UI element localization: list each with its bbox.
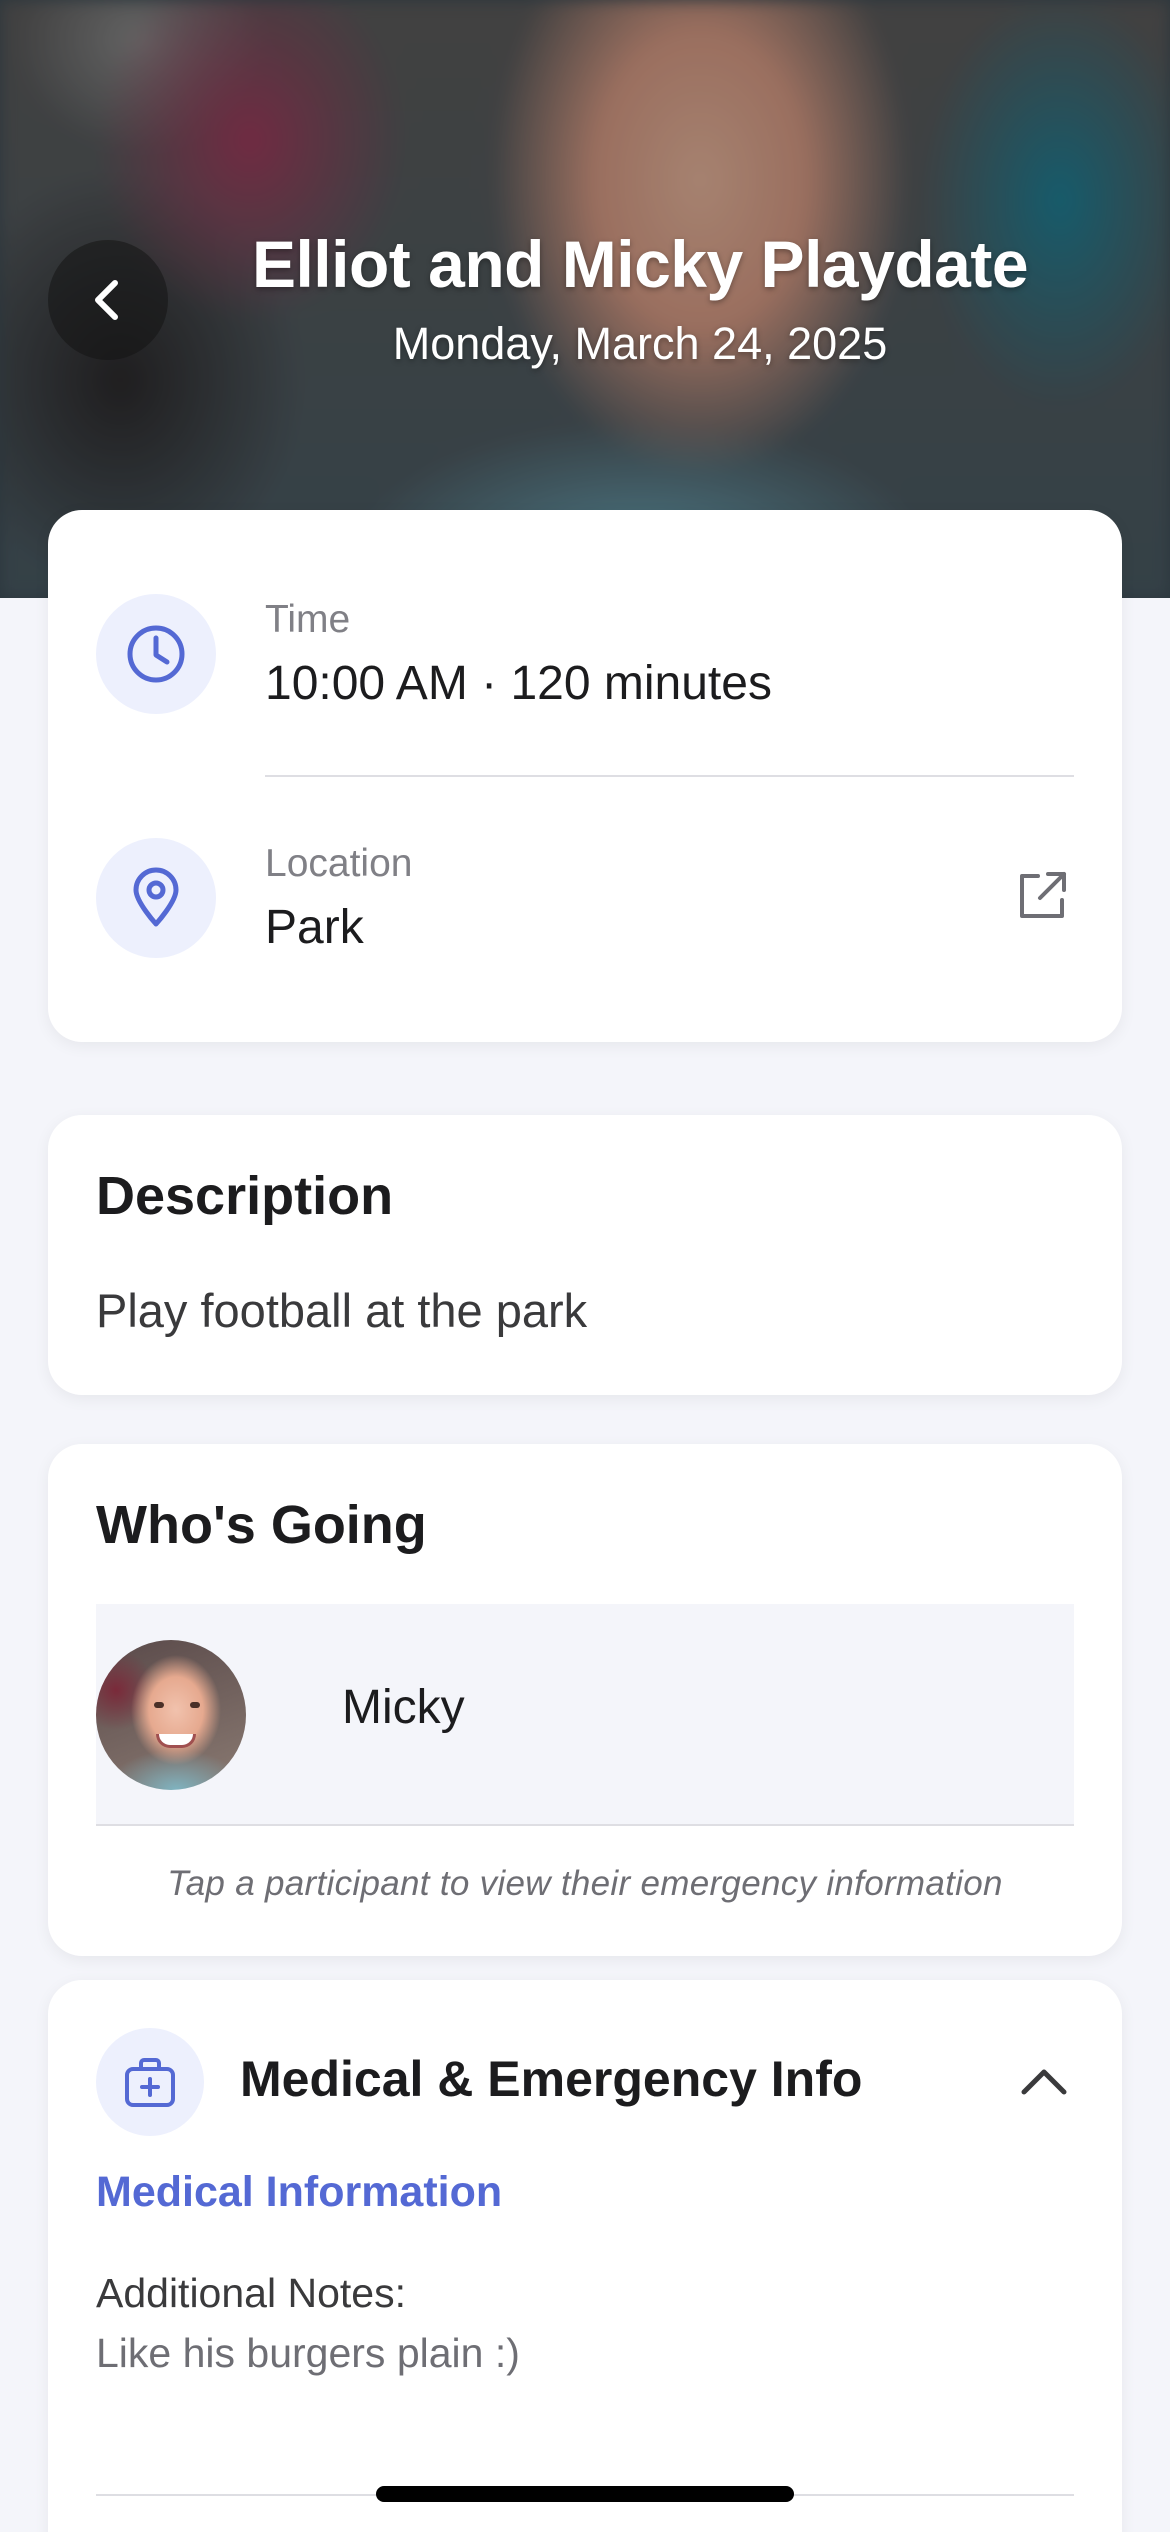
medical-section-title: Medical & Emergency Info bbox=[240, 2051, 863, 2107]
collapse-medical-button[interactable] bbox=[1016, 2054, 1072, 2110]
whos-going-card: Who's Going Micky Tap a participant to v… bbox=[48, 1444, 1122, 1956]
whos-going-heading: Who's Going bbox=[96, 1495, 427, 1555]
chevron-up-icon bbox=[1021, 2069, 1067, 2095]
description-text: Play football at the park bbox=[96, 1284, 588, 1337]
time-icon-badge bbox=[96, 594, 216, 714]
participant-row[interactable]: Micky bbox=[96, 1604, 1074, 1826]
event-title: Elliot and Micky Playdate bbox=[251, 227, 1029, 301]
additional-notes-value: Like his burgers plain :) bbox=[96, 2330, 520, 2376]
time-label: Time bbox=[265, 598, 351, 641]
avatar bbox=[96, 1640, 246, 1790]
time-value: 10:00 AM · 120 minutes bbox=[265, 657, 772, 710]
event-details-card: Time 10:00 AM · 120 minutes Location Par… bbox=[48, 510, 1122, 1042]
home-indicator[interactable] bbox=[376, 2486, 794, 2502]
description-card: Description Play football at the park bbox=[48, 1115, 1122, 1395]
location-value[interactable]: Park bbox=[265, 900, 364, 955]
location-icon-badge bbox=[96, 838, 216, 958]
participant-hint: Tap a participant to view their emergenc… bbox=[167, 1864, 1003, 1903]
description-heading: Description bbox=[96, 1166, 394, 1226]
first-aid-kit-icon bbox=[125, 2058, 175, 2107]
location-label: Location bbox=[265, 842, 413, 885]
clock-icon bbox=[127, 625, 185, 683]
external-link-icon bbox=[1020, 872, 1066, 918]
event-header: Elliot and Micky Playdate Monday, March … bbox=[0, 0, 1170, 598]
additional-notes-label: Additional Notes: bbox=[96, 2270, 406, 2316]
map-pin-icon bbox=[133, 867, 179, 927]
open-location-button[interactable] bbox=[1014, 868, 1070, 924]
medical-emergency-card: Medical & Emergency Info Medical Informa… bbox=[48, 1980, 1122, 2532]
details-divider bbox=[265, 775, 1074, 777]
participant-name: Micky bbox=[342, 1681, 465, 1734]
medical-icon-badge bbox=[96, 2028, 204, 2136]
medical-information-link[interactable]: Medical Information bbox=[96, 2168, 502, 2217]
event-date: Monday, March 24, 2025 bbox=[392, 318, 888, 369]
